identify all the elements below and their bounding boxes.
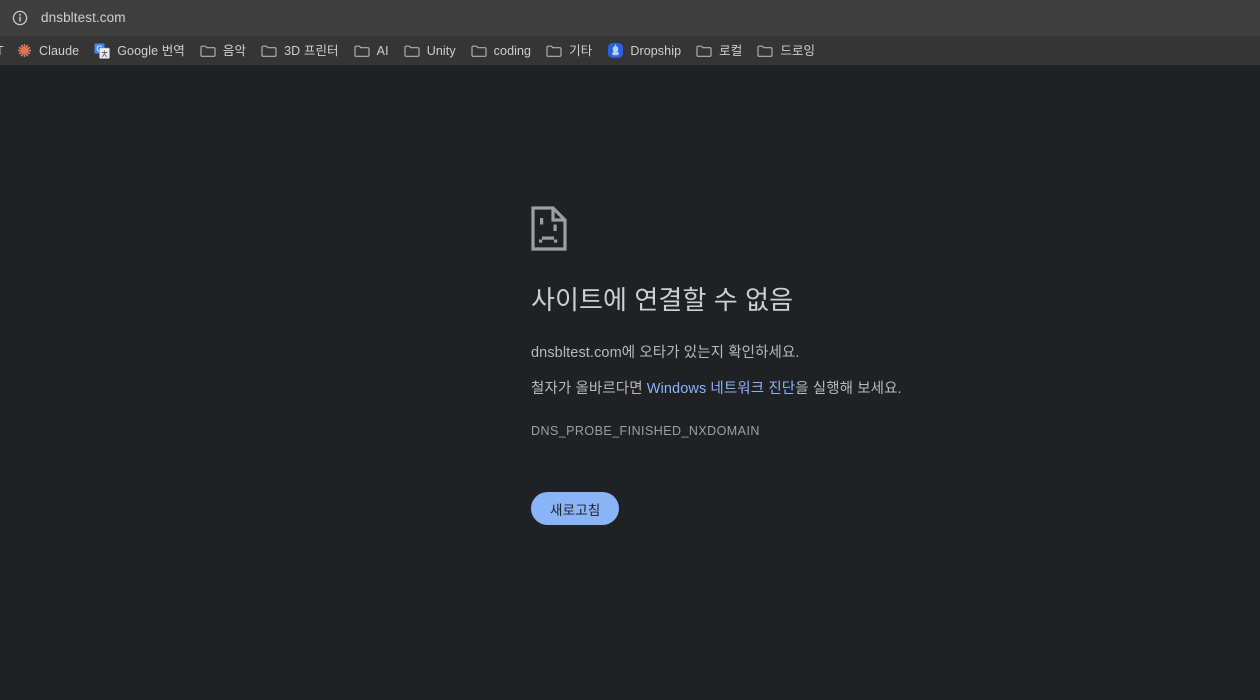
folder-icon <box>404 43 420 59</box>
sad-page-icon <box>531 206 1131 251</box>
omnibox-url-text[interactable]: dnsbltest.com <box>41 0 126 36</box>
error-suggestion-diagnostics: 철자가 올바르다면 Windows 네트워크 진단을 실행해 보세요. <box>531 378 1131 400</box>
bookmark-item-claude[interactable]: Claude <box>10 39 87 63</box>
page-content: 사이트에 연결할 수 없음 dnsbltest.com에 오타가 있는지 확인하… <box>0 65 1260 700</box>
folder-icon <box>471 43 487 59</box>
bookmark-label-clipped: T <box>0 44 4 58</box>
claude-starburst-icon <box>16 43 32 59</box>
bookmarks-bar: T Claude <box>0 36 1260 65</box>
bookmark-label: Dropship <box>630 43 681 59</box>
bookmark-label: Unity <box>427 43 456 59</box>
error-suggestion-typo: dnsbltest.com에 오타가 있는지 확인하세요. <box>531 342 1131 364</box>
bookmark-label: 기타 <box>569 43 592 59</box>
bookmark-item-folder-ai[interactable]: AI <box>348 39 397 63</box>
folder-icon <box>757 43 773 59</box>
bookmark-label: 로컬 <box>719 43 742 59</box>
page-title: 사이트에 연결할 수 없음 <box>531 284 1131 317</box>
diagnostics-prefix-text: 철자가 올바르다면 <box>531 381 647 397</box>
bookmark-label: AI <box>377 43 389 59</box>
bookmark-item-google-translate[interactable]: G Google 번역 <box>88 39 193 63</box>
google-translate-icon: G <box>94 43 110 59</box>
reload-button[interactable]: 새로고침 <box>531 492 619 525</box>
folder-icon <box>200 43 216 59</box>
browser-toolbar: dnsbltest.com <box>0 0 1260 36</box>
bookmark-label: coding <box>494 43 531 59</box>
folder-icon <box>696 43 712 59</box>
bookmark-item-folder-3d-printer[interactable]: 3D 프린터 <box>255 39 347 63</box>
error-page: 사이트에 연결할 수 없음 dnsbltest.com에 오타가 있는지 확인하… <box>531 206 1131 525</box>
bookmark-label: 음악 <box>223 43 246 59</box>
diagnostics-suffix-text: 을 실행해 보세요. <box>795 381 901 397</box>
bookmark-item-folder-local[interactable]: 로컬 <box>690 39 750 63</box>
site-info-icon[interactable] <box>8 6 32 30</box>
bookmark-label: Google 번역 <box>117 43 185 59</box>
dropship-app-icon <box>607 43 623 59</box>
bookmark-item-folder-drawing[interactable]: 드로잉 <box>751 39 823 63</box>
folder-icon <box>354 43 370 59</box>
bookmark-label: 3D 프린터 <box>284 43 339 59</box>
browser-chrome: dnsbltest.com T Claude <box>0 0 1260 65</box>
bookmark-label: 드로잉 <box>780 43 815 59</box>
bookmark-item-clipped[interactable]: T <box>0 39 8 63</box>
folder-icon <box>261 43 277 59</box>
bookmark-item-folder-music[interactable]: 음악 <box>194 39 254 63</box>
error-code-text: DNS_PROBE_FINISHED_NXDOMAIN <box>531 424 1131 438</box>
bookmark-item-folder-coding[interactable]: coding <box>465 39 539 63</box>
folder-icon <box>546 43 562 59</box>
bookmark-item-folder-unity[interactable]: Unity <box>398 39 464 63</box>
bookmark-item-dropship[interactable]: Dropship <box>601 39 689 63</box>
bookmark-label: Claude <box>39 43 79 59</box>
bookmark-item-folder-etc[interactable]: 기타 <box>540 39 600 63</box>
network-diagnostics-link[interactable]: Windows 네트워크 진단 <box>647 381 795 397</box>
